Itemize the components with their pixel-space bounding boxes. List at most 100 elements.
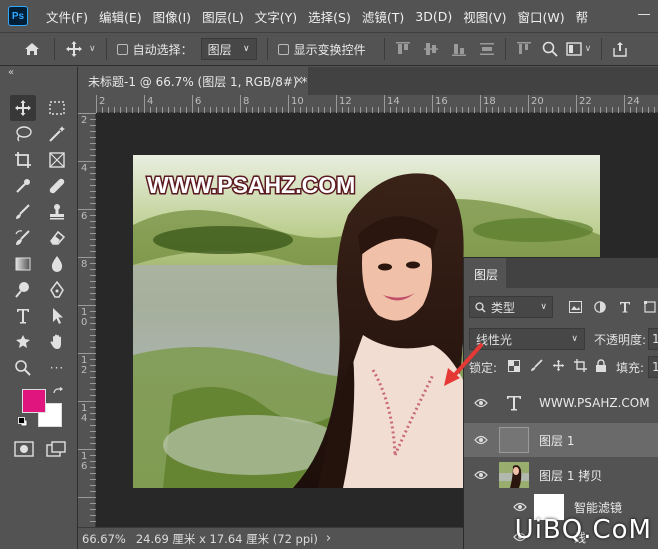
fill-input[interactable]: 1 [648,356,658,378]
crop-tool-button[interactable] [10,147,36,173]
share-icon[interactable] [612,41,628,57]
filter-shape-icon[interactable] [644,301,656,313]
stamp-icon [50,204,64,220]
menu-image[interactable]: 图像(I) [153,7,191,26]
eraser-tool-button[interactable] [44,225,70,251]
layers-panel: 图层 类型 ∨ 线性光 ∨ 不透明度: 1 锁定: 填充: 1 WWW.PSAH… [463,257,658,549]
status-arrow-icon[interactable]: › [326,531,331,546]
path-select-tool-button[interactable] [44,303,70,329]
visibility-eye-icon[interactable] [473,470,489,480]
auto-select-dropdown[interactable]: 图层 ∨ [200,38,257,60]
align-vcenter-icon[interactable] [423,41,439,57]
type-tool-button[interactable] [10,303,36,329]
document-tab[interactable]: 未标题-1 @ 66.7% (图层 1, RGB/8#) * × [78,67,308,95]
healing-brush-tool-button[interactable] [44,173,70,199]
chevron-down-icon[interactable]: ∨ [89,44,96,54]
collapse-icon[interactable]: « [8,67,14,78]
ruler-tick-label: 18 [483,96,496,107]
menu-select[interactable]: 选择(S) [308,7,351,26]
align-bottom-icon[interactable] [451,41,467,57]
menu-file[interactable]: 文件(F) [46,7,88,26]
filter-type-icon[interactable] [619,301,631,313]
layer-name: 图层 1 [539,433,575,448]
filter-pixel-icon[interactable] [569,301,582,313]
vertical-ruler[interactable]: 2 4 6 8 1 0 1 2 1 4 1 6 [78,113,96,527]
canvas-text-layer: WWW.PSAHZ.COM [147,172,355,198]
home-icon[interactable] [24,42,40,56]
hand-icon [50,334,61,349]
type-icon [17,309,29,324]
zoom-level[interactable]: 66.67% [82,532,126,546]
ruler-tick-label: 1 4 [81,403,88,424]
layer-thumbnail [499,462,529,488]
horizontal-ruler[interactable]: 2 4 6 8 10 12 14 16 18 20 22 24 [96,95,658,113]
distribute-icon[interactable] [479,41,495,57]
swap-colors-icon[interactable] [52,387,64,399]
layer-row-selected[interactable]: 图层 1 [464,423,658,457]
move-tool-button[interactable] [10,95,36,121]
layers-panel-title[interactable]: 图层 [464,258,506,288]
layer-row[interactable]: 图层 1 拷贝 [464,458,658,492]
stamp-tool-button[interactable] [44,199,70,225]
menu-help[interactable]: 帮 [576,7,589,26]
ruler-corner [78,95,96,113]
move-tool-icon[interactable] [65,40,83,58]
menu-edit[interactable]: 编辑(E) [99,7,142,26]
frame-tool-button[interactable] [44,147,70,173]
more-tools-button[interactable]: ··· [44,355,70,381]
zoom-tool-button[interactable] [10,355,36,381]
layer-row[interactable]: WWW.PSAHZ.COM [464,386,658,420]
minimize-icon[interactable] [638,14,650,15]
workspace-icon[interactable] [565,42,582,56]
ruler-tick-label: 8 [243,96,250,107]
lock-transparent-icon[interactable] [508,360,520,372]
layer-name: 图层 1 拷贝 [539,468,603,483]
lock-move-icon[interactable] [552,359,565,372]
menu-3d[interactable]: 3D(D) [415,9,452,24]
quick-mask-icon[interactable] [14,441,34,457]
brush-tool-button[interactable] [10,199,36,225]
search-icon[interactable] [542,41,558,57]
menu-layer[interactable]: 图层(L) [202,7,244,26]
magic-wand-tool-button[interactable] [44,121,70,147]
options-bar: ∨ 自动选择： 图层 ∨ 显示变换控件 ∨ [0,32,658,66]
close-icon[interactable]: × [294,73,304,87]
lock-all-icon[interactable] [595,359,607,372]
lock-artboard-icon[interactable] [574,359,587,372]
dodge-tool-button[interactable] [10,277,36,303]
default-colors-icon[interactable] [18,417,28,427]
visibility-eye-icon[interactable] [473,398,489,408]
menu-window[interactable]: 窗口(W) [518,7,565,26]
screen-mode-icon[interactable] [46,441,66,457]
gradient-tool-button[interactable] [10,251,36,277]
blur-tool-button[interactable] [44,251,70,277]
align-top-icon[interactable] [395,41,411,57]
history-brush-tool-button[interactable] [10,225,36,251]
brush-icon [16,204,30,219]
menu-filter[interactable]: 滤镜(T) [362,7,404,26]
document-tab-title: 未标题-1 @ 66.7% (图层 1, RGB/8#) * [88,75,308,89]
ruler-tick-label: 14 [387,96,400,107]
layer-filter-dropdown[interactable]: 类型 ∨ [469,296,553,318]
shape-tool-button[interactable] [10,329,36,355]
align-left-edge-icon[interactable] [516,41,532,57]
auto-select-checkbox[interactable] [116,43,128,55]
layer-filter-value: 类型 [491,300,516,315]
chevron-down-icon[interactable]: ∨ [585,44,592,54]
show-transform-checkbox[interactable] [277,43,289,55]
lasso-icon [16,126,32,142]
lock-brush-icon[interactable] [530,359,543,372]
menu-view[interactable]: 视图(V) [463,7,506,26]
filter-adjustment-icon[interactable] [594,301,606,313]
visibility-eye-icon[interactable] [473,435,489,445]
opacity-input[interactable]: 1 [648,328,658,350]
eyedropper-tool-button[interactable] [10,173,36,199]
menu-type[interactable]: 文字(Y) [255,7,297,26]
hand-tool-button[interactable] [44,329,70,355]
watermark: UiBQ.CoM [514,515,652,545]
pen-tool-button[interactable] [44,277,70,303]
visibility-eye-icon[interactable] [512,502,528,512]
lasso-tool-button[interactable] [10,121,36,147]
marquee-tool-button[interactable] [44,95,70,121]
foreground-color-swatch[interactable] [22,389,46,413]
